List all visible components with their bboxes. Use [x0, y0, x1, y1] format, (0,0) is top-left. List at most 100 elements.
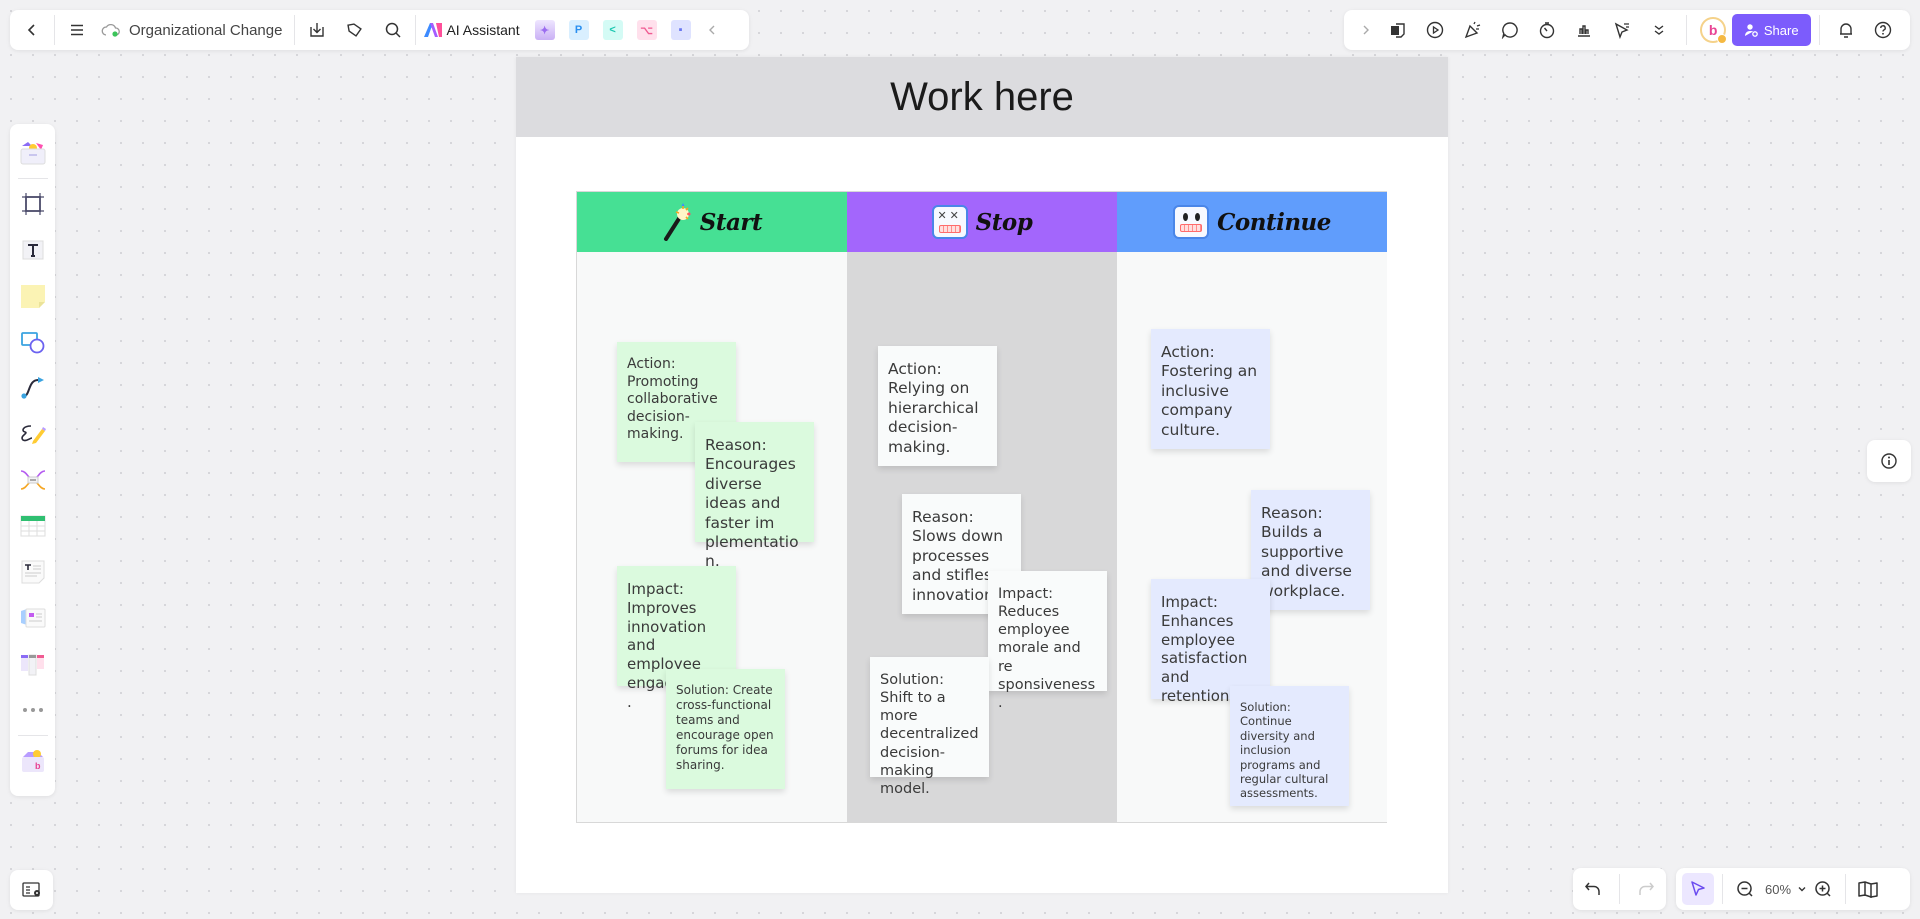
templates-button[interactable]	[1385, 16, 1412, 44]
zoom-in-icon	[1815, 881, 1831, 897]
robot-mouth-icon	[1180, 223, 1203, 232]
sticky-note-solution[interactable]: Solution: Create cross-functional teams …	[666, 669, 785, 789]
mindmap-app[interactable]: <	[602, 20, 623, 40]
app-box-icon: b	[21, 750, 44, 772]
table-tool[interactable]	[17, 510, 49, 542]
shape-tool[interactable]	[17, 326, 49, 358]
robot-dead-icon: ✕✕	[931, 205, 968, 239]
pencil-draw-icon	[20, 425, 46, 444]
divider	[1619, 874, 1620, 904]
left-tool-sidebar: b	[10, 124, 55, 796]
main-menu-button[interactable]	[63, 16, 91, 44]
celebrate-button[interactable]	[1459, 16, 1486, 44]
column-label-stop: Stop	[975, 208, 1033, 236]
sticky-note-impact[interactable]: Impact: Improves innovation and employee…	[617, 566, 736, 711]
divider	[17, 178, 48, 179]
cloud-saved-icon	[101, 23, 120, 37]
sticky-note-impact[interactable]: Impact: Enhances employee satisfaction a…	[1151, 579, 1270, 705]
image-generator-app[interactable]: ✦	[534, 20, 555, 40]
double-chevron-down-icon	[1654, 25, 1664, 35]
search-button[interactable]	[379, 16, 407, 44]
outline-panel-button[interactable]	[10, 870, 53, 910]
outline-locate-icon	[21, 882, 40, 897]
frame-title[interactable]: Work here	[890, 75, 1074, 120]
frame-icon	[21, 193, 44, 215]
comment-button[interactable]	[1496, 16, 1523, 44]
document-tool[interactable]	[17, 556, 49, 588]
more-tools-button[interactable]	[17, 694, 49, 726]
mindmap-tool[interactable]	[17, 464, 49, 496]
chevron-left-icon	[708, 25, 715, 35]
avatar-letter: b	[1708, 22, 1718, 38]
redo-button[interactable]	[1632, 875, 1660, 903]
top-left-toolbar: Organizational Change AI Assistant ✦ P <…	[10, 10, 749, 50]
presentation-app[interactable]: P	[568, 20, 589, 40]
column-header-continue[interactable]: Continue	[1117, 192, 1387, 252]
chat-icon: ▪	[678, 24, 683, 36]
templates-tool[interactable]	[17, 137, 49, 169]
zoom-out-button[interactable]	[1731, 875, 1759, 903]
document-title[interactable]: Organizational Change	[129, 22, 282, 39]
tag-button[interactable]	[341, 16, 369, 44]
comment-icon	[1501, 22, 1518, 39]
column-header-stop[interactable]: ✕✕ Stop	[847, 192, 1117, 252]
column-body-stop: Action: Relying on hierarchical decision…	[847, 252, 1117, 822]
frame-tool[interactable]	[17, 188, 49, 220]
more-tools-button[interactable]	[1645, 16, 1672, 44]
text-tool[interactable]	[17, 234, 49, 266]
present-button[interactable]	[1422, 16, 1449, 44]
zoom-dropdown-button[interactable]	[1795, 875, 1809, 903]
column-header-start[interactable]: Start	[577, 192, 847, 252]
zoom-in-button[interactable]	[1809, 875, 1837, 903]
chat-app[interactable]: ▪	[670, 20, 691, 40]
sticky-note-reason[interactable]: Reason: Encourages diverse ideas and fas…	[695, 422, 814, 570]
minimap-button[interactable]	[1854, 875, 1882, 903]
sticky-note-impact[interactable]: Impact: Reduces employee morale and re s…	[988, 571, 1107, 711]
hamburger-menu-icon	[71, 24, 83, 36]
zoom-level[interactable]: 60%	[1765, 882, 1791, 897]
sticky-note-solution[interactable]: Solution: Continue diversity and inclusi…	[1230, 686, 1349, 806]
timer-button[interactable]	[1534, 16, 1561, 44]
column-body-continue: Action: Fostering an inclusive company c…	[1117, 252, 1387, 822]
sticky-note-action[interactable]: Action: Relying on hierarchical decision…	[878, 346, 997, 466]
svg-text:b: b	[35, 761, 41, 771]
sticky-note-action[interactable]: Action: Fostering an inclusive company c…	[1151, 329, 1270, 449]
expand-toolbar-button[interactable]	[1357, 16, 1375, 44]
undo-icon	[1585, 882, 1600, 895]
collapse-apps-button[interactable]	[698, 16, 726, 44]
notifications-button[interactable]	[1833, 16, 1860, 44]
info-button[interactable]	[1867, 440, 1911, 482]
cursor-follow-icon	[1614, 22, 1629, 39]
back-button[interactable]	[18, 16, 46, 44]
chevron-left-icon	[27, 24, 35, 36]
sticky-note-text: Reason: Builds a supportive and diverse …	[1261, 504, 1352, 600]
share-button[interactable]: Share	[1731, 14, 1811, 46]
app-store-tool[interactable]: b	[17, 745, 49, 777]
sticky-note-solution[interactable]: Solution: Shift to a more decentralized …	[870, 657, 989, 797]
pen-tool[interactable]	[17, 418, 49, 450]
cards-tool[interactable]	[17, 602, 49, 634]
column-continue: Continue Action: Fostering an inclusive …	[1117, 192, 1387, 822]
ai-assistant-button[interactable]: AI Assistant	[424, 16, 527, 44]
history-controls	[1573, 868, 1666, 910]
user-avatar[interactable]: b	[1700, 17, 1728, 44]
download-button[interactable]	[303, 16, 331, 44]
sticky-note-tool[interactable]	[17, 280, 49, 312]
more-dots-icon	[22, 708, 43, 712]
connector-tool[interactable]	[17, 372, 49, 404]
select-tool-button[interactable]	[1682, 873, 1714, 905]
sticky-note-text: Solution: Create cross-functional teams …	[676, 683, 774, 772]
undo-button[interactable]	[1579, 875, 1607, 903]
tag-icon	[347, 23, 363, 37]
divider	[17, 735, 48, 736]
text-icon	[22, 240, 43, 260]
x-eyes-icon: ✕✕	[937, 210, 962, 222]
follow-cursor-button[interactable]	[1608, 16, 1635, 44]
robot-mouth-icon	[938, 225, 961, 233]
whiteboard-frame: Work here Start Action: Promoting collab…	[516, 57, 1448, 893]
vote-button[interactable]	[1571, 16, 1598, 44]
flowchart-app[interactable]: ⌥	[636, 20, 657, 40]
kanban-tool[interactable]	[17, 648, 49, 680]
party-popper-icon	[1464, 21, 1480, 39]
help-button[interactable]	[1870, 16, 1897, 44]
